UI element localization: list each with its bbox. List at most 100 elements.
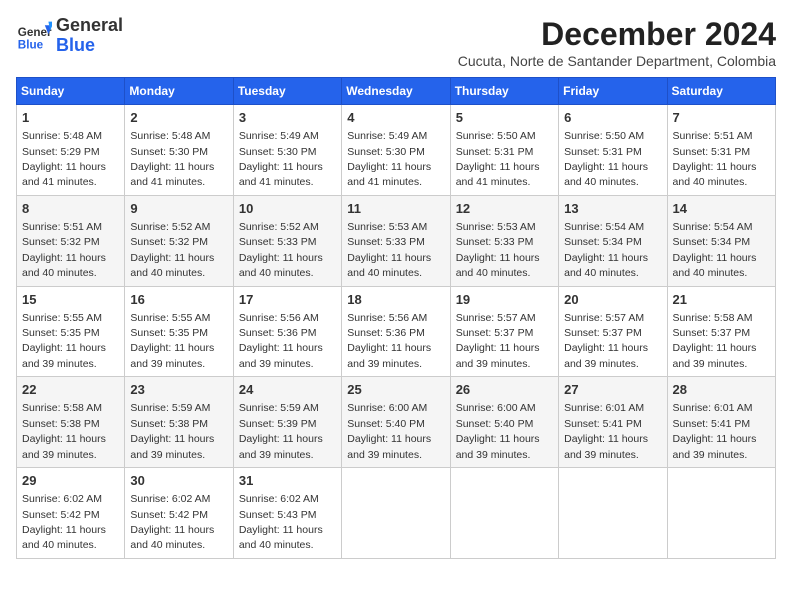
day-info: Sunrise: 6:02 AMSunset: 5:42 PMDaylight:… [130, 493, 214, 551]
day-number: 21 [673, 291, 770, 309]
col-header-saturday: Saturday [667, 78, 775, 105]
week-row-3: 15 Sunrise: 5:55 AMSunset: 5:35 PMDaylig… [17, 286, 776, 377]
day-cell: 22 Sunrise: 5:58 AMSunset: 5:38 PMDaylig… [17, 377, 125, 468]
month-title: December 2024 [458, 16, 776, 53]
day-info: Sunrise: 5:50 AMSunset: 5:31 PMDaylight:… [456, 130, 540, 188]
day-number: 3 [239, 109, 336, 127]
day-number: 16 [130, 291, 227, 309]
col-header-wednesday: Wednesday [342, 78, 450, 105]
day-info: Sunrise: 5:52 AMSunset: 5:32 PMDaylight:… [130, 221, 214, 279]
col-header-sunday: Sunday [17, 78, 125, 105]
day-cell: 15 Sunrise: 5:55 AMSunset: 5:35 PMDaylig… [17, 286, 125, 377]
day-cell: 17 Sunrise: 5:56 AMSunset: 5:36 PMDaylig… [233, 286, 341, 377]
day-number: 15 [22, 291, 119, 309]
day-cell: 14 Sunrise: 5:54 AMSunset: 5:34 PMDaylig… [667, 195, 775, 286]
day-cell: 2 Sunrise: 5:48 AMSunset: 5:30 PMDayligh… [125, 105, 233, 196]
day-info: Sunrise: 6:01 AMSunset: 5:41 PMDaylight:… [564, 402, 648, 460]
day-cell: 7 Sunrise: 5:51 AMSunset: 5:31 PMDayligh… [667, 105, 775, 196]
logo-blue-text: Blue [56, 36, 123, 56]
week-row-2: 8 Sunrise: 5:51 AMSunset: 5:32 PMDayligh… [17, 195, 776, 286]
day-number: 19 [456, 291, 553, 309]
col-header-monday: Monday [125, 78, 233, 105]
day-info: Sunrise: 5:53 AMSunset: 5:33 PMDaylight:… [347, 221, 431, 279]
day-info: Sunrise: 5:55 AMSunset: 5:35 PMDaylight:… [130, 312, 214, 370]
day-number: 31 [239, 472, 336, 490]
day-cell: 24 Sunrise: 5:59 AMSunset: 5:39 PMDaylig… [233, 377, 341, 468]
calendar-table: SundayMondayTuesdayWednesdayThursdayFrid… [16, 77, 776, 559]
day-number: 29 [22, 472, 119, 490]
day-info: Sunrise: 6:01 AMSunset: 5:41 PMDaylight:… [673, 402, 757, 460]
day-info: Sunrise: 6:02 AMSunset: 5:43 PMDaylight:… [239, 493, 323, 551]
day-cell: 25 Sunrise: 6:00 AMSunset: 5:40 PMDaylig… [342, 377, 450, 468]
day-cell: 27 Sunrise: 6:01 AMSunset: 5:41 PMDaylig… [559, 377, 667, 468]
day-number: 5 [456, 109, 553, 127]
day-cell: 20 Sunrise: 5:57 AMSunset: 5:37 PMDaylig… [559, 286, 667, 377]
day-cell: 1 Sunrise: 5:48 AMSunset: 5:29 PMDayligh… [17, 105, 125, 196]
day-info: Sunrise: 5:49 AMSunset: 5:30 PMDaylight:… [239, 130, 323, 188]
day-number: 25 [347, 381, 444, 399]
day-info: Sunrise: 5:50 AMSunset: 5:31 PMDaylight:… [564, 130, 648, 188]
day-number: 7 [673, 109, 770, 127]
col-header-thursday: Thursday [450, 78, 558, 105]
location-text: Cucuta, Norte de Santander Department, C… [458, 53, 776, 69]
day-cell [450, 468, 558, 559]
day-info: Sunrise: 5:54 AMSunset: 5:34 PMDaylight:… [564, 221, 648, 279]
day-number: 24 [239, 381, 336, 399]
day-cell [559, 468, 667, 559]
day-cell: 5 Sunrise: 5:50 AMSunset: 5:31 PMDayligh… [450, 105, 558, 196]
day-cell: 9 Sunrise: 5:52 AMSunset: 5:32 PMDayligh… [125, 195, 233, 286]
day-number: 1 [22, 109, 119, 127]
day-number: 28 [673, 381, 770, 399]
day-number: 12 [456, 200, 553, 218]
day-info: Sunrise: 5:48 AMSunset: 5:29 PMDaylight:… [22, 130, 106, 188]
day-cell: 29 Sunrise: 6:02 AMSunset: 5:42 PMDaylig… [17, 468, 125, 559]
day-number: 26 [456, 381, 553, 399]
day-number: 9 [130, 200, 227, 218]
day-number: 8 [22, 200, 119, 218]
day-cell: 12 Sunrise: 5:53 AMSunset: 5:33 PMDaylig… [450, 195, 558, 286]
day-cell: 26 Sunrise: 6:00 AMSunset: 5:40 PMDaylig… [450, 377, 558, 468]
day-info: Sunrise: 5:55 AMSunset: 5:35 PMDaylight:… [22, 312, 106, 370]
page-header: General Blue General Blue December 2024 … [16, 16, 776, 69]
col-header-friday: Friday [559, 78, 667, 105]
day-cell [342, 468, 450, 559]
day-number: 4 [347, 109, 444, 127]
day-info: Sunrise: 5:57 AMSunset: 5:37 PMDaylight:… [456, 312, 540, 370]
week-row-1: 1 Sunrise: 5:48 AMSunset: 5:29 PMDayligh… [17, 105, 776, 196]
day-info: Sunrise: 5:54 AMSunset: 5:34 PMDaylight:… [673, 221, 757, 279]
day-info: Sunrise: 5:52 AMSunset: 5:33 PMDaylight:… [239, 221, 323, 279]
day-info: Sunrise: 5:56 AMSunset: 5:36 PMDaylight:… [239, 312, 323, 370]
day-cell: 3 Sunrise: 5:49 AMSunset: 5:30 PMDayligh… [233, 105, 341, 196]
calendar-header-row: SundayMondayTuesdayWednesdayThursdayFrid… [17, 78, 776, 105]
day-cell: 11 Sunrise: 5:53 AMSunset: 5:33 PMDaylig… [342, 195, 450, 286]
day-info: Sunrise: 6:00 AMSunset: 5:40 PMDaylight:… [347, 402, 431, 460]
day-number: 18 [347, 291, 444, 309]
day-info: Sunrise: 5:51 AMSunset: 5:31 PMDaylight:… [673, 130, 757, 188]
day-number: 13 [564, 200, 661, 218]
day-cell: 30 Sunrise: 6:02 AMSunset: 5:42 PMDaylig… [125, 468, 233, 559]
week-row-4: 22 Sunrise: 5:58 AMSunset: 5:38 PMDaylig… [17, 377, 776, 468]
day-info: Sunrise: 5:53 AMSunset: 5:33 PMDaylight:… [456, 221, 540, 279]
day-cell: 8 Sunrise: 5:51 AMSunset: 5:32 PMDayligh… [17, 195, 125, 286]
title-block: December 2024 Cucuta, Norte de Santander… [458, 16, 776, 69]
day-cell [667, 468, 775, 559]
day-number: 30 [130, 472, 227, 490]
day-cell: 18 Sunrise: 5:56 AMSunset: 5:36 PMDaylig… [342, 286, 450, 377]
day-cell: 6 Sunrise: 5:50 AMSunset: 5:31 PMDayligh… [559, 105, 667, 196]
day-number: 22 [22, 381, 119, 399]
day-number: 6 [564, 109, 661, 127]
day-cell: 21 Sunrise: 5:58 AMSunset: 5:37 PMDaylig… [667, 286, 775, 377]
day-info: Sunrise: 6:00 AMSunset: 5:40 PMDaylight:… [456, 402, 540, 460]
svg-text:Blue: Blue [18, 38, 44, 51]
day-number: 10 [239, 200, 336, 218]
day-number: 14 [673, 200, 770, 218]
day-number: 20 [564, 291, 661, 309]
day-info: Sunrise: 5:48 AMSunset: 5:30 PMDaylight:… [130, 130, 214, 188]
day-number: 27 [564, 381, 661, 399]
day-cell: 13 Sunrise: 5:54 AMSunset: 5:34 PMDaylig… [559, 195, 667, 286]
day-info: Sunrise: 5:59 AMSunset: 5:39 PMDaylight:… [239, 402, 323, 460]
col-header-tuesday: Tuesday [233, 78, 341, 105]
day-cell: 10 Sunrise: 5:52 AMSunset: 5:33 PMDaylig… [233, 195, 341, 286]
logo-general-text: General [56, 16, 123, 36]
logo: General Blue General Blue [16, 16, 123, 56]
